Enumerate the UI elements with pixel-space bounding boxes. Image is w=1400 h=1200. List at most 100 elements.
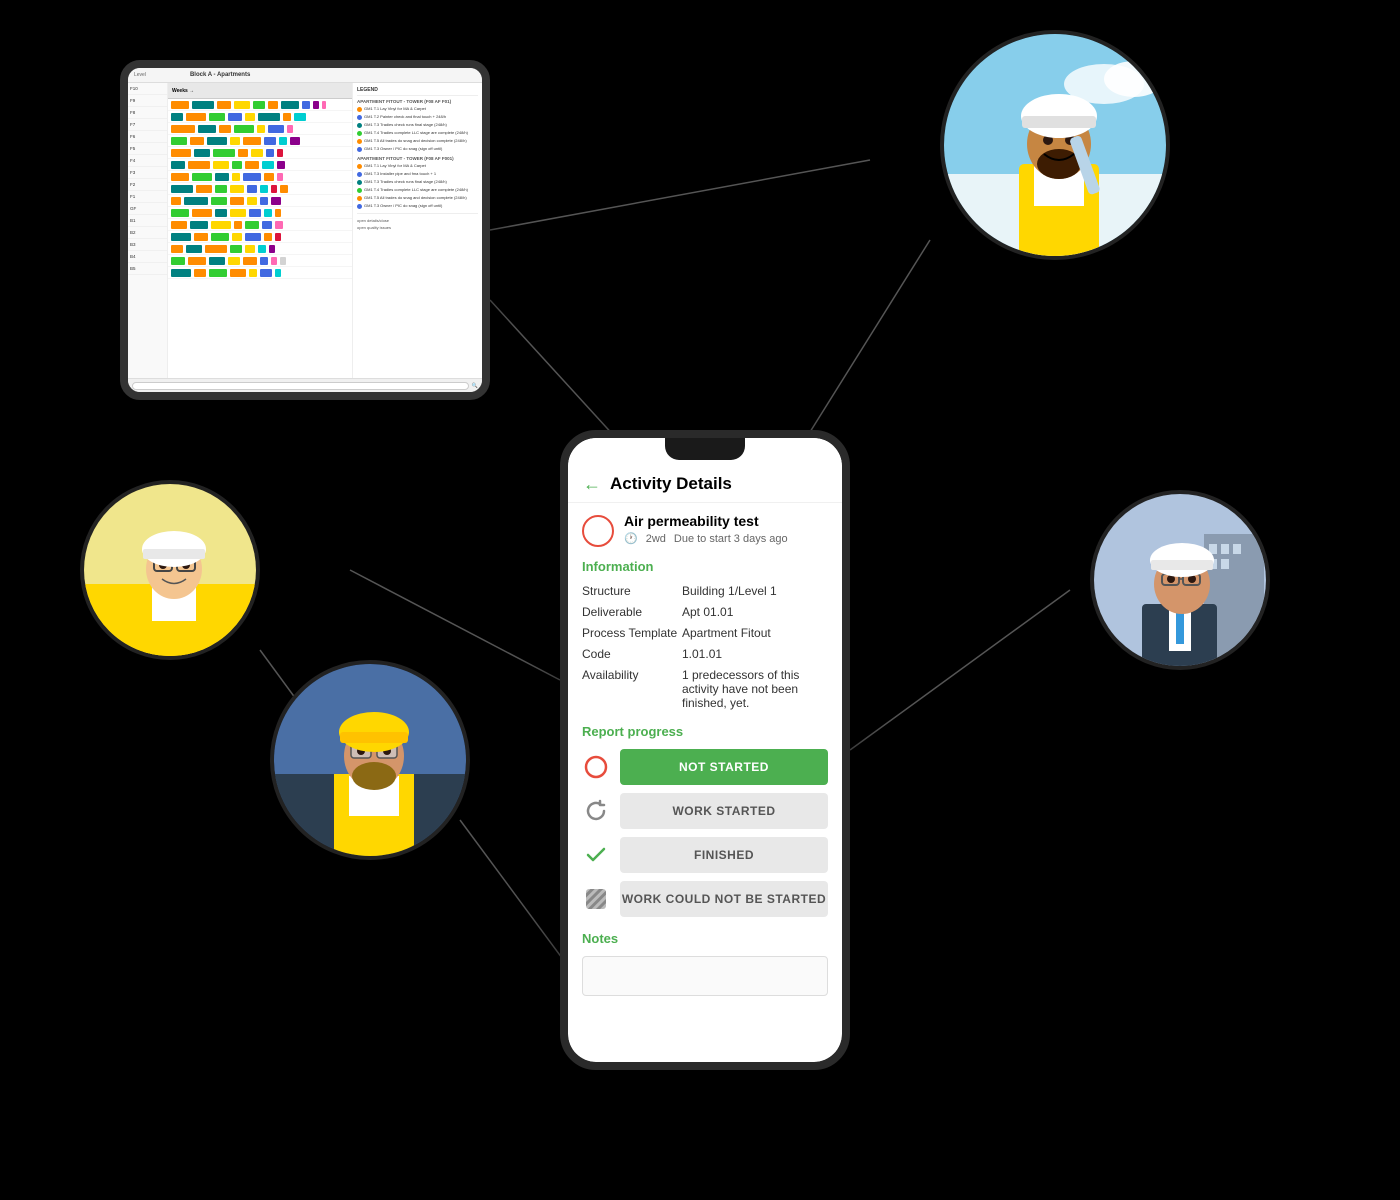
search-input[interactable]: [132, 382, 469, 390]
legend-item: GM1 T.3 Tradies check runs final stage (…: [357, 179, 478, 185]
gantt-bar: [302, 101, 310, 109]
legend-item: GM1 T.4 Tradies complete LLC stage are c…: [357, 187, 478, 193]
gantt-bar: [171, 149, 191, 157]
not-started-icon: [582, 753, 610, 781]
legend-dot: [357, 164, 362, 169]
worker-photo-top-right: [940, 30, 1170, 260]
legend-row: GF: [128, 203, 167, 215]
work-started-button[interactable]: WORK STARTED: [620, 793, 828, 829]
gantt-bar: [209, 269, 227, 277]
progress-option-work-started: WORK STARTED: [582, 793, 828, 829]
tablet-device: Level Block A - Apartments F10 F9 F8 F7 …: [120, 60, 490, 400]
legend-item: GM1 T.1 Lay Vinyl for MA & Carpet: [357, 163, 478, 169]
gantt-bar: [205, 245, 227, 253]
tablet-grid: F10 F9 F8 F7 F6 F5 F4 F3 F2 F1 GF B1 B2 …: [128, 83, 482, 378]
gantt-bar: [232, 173, 240, 181]
legend-row: F5: [128, 143, 167, 155]
gantt-row: [168, 123, 352, 135]
gantt-bar: [249, 269, 257, 277]
activity-info: Air permeability test 🕐 2wd Due to start…: [624, 513, 828, 545]
gantt-bar: [234, 221, 242, 229]
gantt-bar: [209, 113, 225, 121]
legend-row: F2: [128, 179, 167, 191]
gantt-bar: [171, 209, 189, 217]
activity-name: Air permeability test: [624, 513, 828, 529]
due-text: Due to start 3 days ago: [674, 533, 788, 545]
gantt-row: [168, 255, 352, 267]
gantt-bar: [245, 245, 255, 253]
gantt-bar: [247, 185, 257, 193]
gantt-bar: [184, 197, 208, 205]
notes-heading: Notes: [582, 931, 828, 946]
gantt-bar: [171, 197, 181, 205]
not-started-button[interactable]: NOT STARTED: [620, 749, 828, 785]
gantt-bar: [232, 233, 242, 241]
gantt-bar: [290, 137, 300, 145]
gantt-bar: [211, 233, 229, 241]
gantt-bar: [247, 197, 257, 205]
gantt-row: [168, 135, 352, 147]
tablet-legend-column: F10 F9 F8 F7 F6 F5 F4 F3 F2 F1 GF B1 B2 …: [128, 83, 168, 378]
phone-notch: [665, 438, 745, 460]
gantt-bar: [268, 101, 278, 109]
gantt-bar: [277, 149, 283, 157]
gantt-bar: [243, 257, 257, 265]
legend-dot: [357, 123, 362, 128]
gantt-bar: [238, 149, 248, 157]
could-not-start-icon: [582, 885, 610, 913]
gantt-bar: [171, 101, 189, 109]
legend-text: GM1 T.5 All trades do snag and decision …: [364, 138, 467, 143]
gantt-bar: [186, 113, 206, 121]
gantt-bar: [207, 137, 227, 145]
gantt-bar: [171, 269, 191, 277]
info-label: Structure: [582, 584, 682, 598]
could-not-start-button[interactable]: WORK COULD NOT BE STARTED: [620, 881, 828, 917]
finished-button[interactable]: FINISHED: [620, 837, 828, 873]
gantt-bar: [277, 161, 285, 169]
phone-screen: ← Activity Details Air permeability test…: [568, 438, 842, 1062]
finished-icon: [582, 841, 610, 869]
gantt-bar: [192, 173, 212, 181]
legend-footer-item: open quality issues: [357, 225, 478, 230]
gantt-bar: [190, 221, 208, 229]
tablet-search-bar[interactable]: 🔍: [128, 378, 482, 392]
legend-text: GM1 T.1 Lay Vinyl for MA & Carpet: [364, 163, 426, 168]
legend-text: GM1 T.3 Tradies check runs final stage (…: [364, 122, 447, 127]
info-row-process: Process Template Apartment Fitout: [582, 626, 828, 640]
legend-dot: [357, 180, 362, 185]
gantt-bar: [243, 173, 261, 181]
gantt-bar: [194, 149, 210, 157]
back-button[interactable]: ←: [582, 474, 602, 494]
info-label: Availability: [582, 668, 682, 710]
legend-row: F7: [128, 119, 167, 131]
legend-dot: [357, 139, 362, 144]
activity-duration: 2wd: [646, 533, 666, 545]
gantt-row: [168, 159, 352, 171]
gantt-bar: [264, 173, 274, 181]
legend-text: GM1 T.3 Owner / PIC do snag (sign off un…: [364, 203, 442, 208]
gantt-bar: [258, 245, 266, 253]
information-heading: Information: [582, 559, 828, 574]
info-label: Process Template: [582, 626, 682, 640]
gantt-bar: [245, 161, 259, 169]
legend-text: GM1 T.1 Lay Vinyl for MA & Carpet: [364, 106, 426, 111]
gantt-bar: [269, 245, 275, 253]
page-title: Activity Details: [610, 474, 732, 494]
gantt-bar: [188, 161, 210, 169]
gantt-bar: [280, 257, 286, 265]
info-value: Apt 01.01: [682, 605, 828, 619]
gantt-bar: [271, 185, 277, 193]
gantt-row: [168, 111, 352, 123]
gantt-bar: [253, 101, 265, 109]
legend-text: GM1 T.2 Painter check and final touch + …: [364, 114, 446, 119]
legend-dot: [357, 107, 362, 112]
gantt-row: [168, 267, 352, 279]
gantt-bar: [275, 221, 283, 229]
tablet-title: Block A - Apartments: [190, 72, 250, 78]
legend-item: GM1 T.2 Painter check and final touch + …: [357, 114, 478, 120]
gantt-bar: [271, 257, 277, 265]
phone-device: ← Activity Details Air permeability test…: [560, 430, 850, 1070]
gantt-bar: [245, 113, 255, 121]
notes-input-field[interactable]: [582, 956, 828, 996]
gantt-bar: [249, 209, 261, 217]
